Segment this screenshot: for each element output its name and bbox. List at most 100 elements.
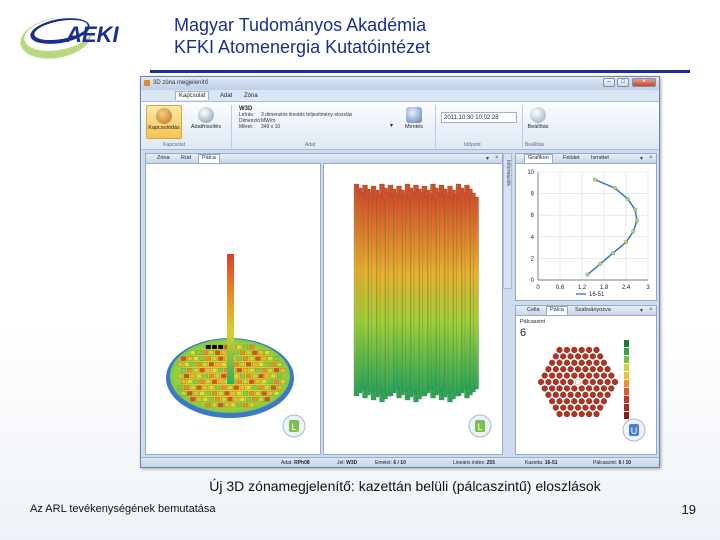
map-menu-icon[interactable]: ▾ xyxy=(640,307,643,314)
data-point[interactable] xyxy=(585,272,590,277)
pin-cell[interactable] xyxy=(552,391,559,398)
pin-cell[interactable] xyxy=(563,346,571,354)
pin-cell[interactable] xyxy=(560,378,567,386)
pin-cell[interactable] xyxy=(574,378,582,386)
pin-cell[interactable] xyxy=(560,353,567,360)
pin-cell[interactable] xyxy=(578,385,585,392)
pin-cell[interactable] xyxy=(593,385,600,392)
save-button[interactable]: Mentés xyxy=(399,105,429,139)
pin-cell[interactable] xyxy=(541,372,548,379)
pin-cell[interactable] xyxy=(574,404,582,411)
pin-cell[interactable] xyxy=(585,385,593,392)
data-point[interactable] xyxy=(623,240,628,245)
tab-kapcsolat[interactable]: Kapcsolat xyxy=(175,91,210,100)
pin-cell[interactable] xyxy=(585,398,593,405)
pin-cell[interactable] xyxy=(574,353,582,360)
pin-cell[interactable] xyxy=(552,378,559,386)
pin-cell[interactable] xyxy=(589,404,596,411)
pin-cell[interactable] xyxy=(589,378,596,386)
pane-close-icon[interactable]: × xyxy=(495,155,499,161)
pin-cell[interactable] xyxy=(582,404,589,411)
pin-cell[interactable] xyxy=(563,410,571,418)
pin-cell[interactable] xyxy=(560,391,567,398)
pin-cell[interactable] xyxy=(604,378,611,386)
map-orientation-badge[interactable]: U xyxy=(622,418,646,442)
pin-cell[interactable] xyxy=(597,378,604,386)
pin-cell[interactable] xyxy=(567,366,574,373)
pin-cell[interactable] xyxy=(578,359,585,366)
core-map-3d[interactable]: L xyxy=(146,164,320,454)
pin-cell[interactable] xyxy=(556,385,563,392)
pin-cell[interactable] xyxy=(597,366,604,373)
data-point[interactable] xyxy=(611,250,616,255)
pin-cell[interactable] xyxy=(571,385,578,392)
pin-cell[interactable] xyxy=(548,359,556,366)
data-point[interactable] xyxy=(633,207,638,212)
pin-cell[interactable] xyxy=(608,385,615,392)
data-point[interactable] xyxy=(592,177,597,182)
pin-cell[interactable] xyxy=(548,385,556,392)
map-close-icon[interactable]: × xyxy=(649,307,653,313)
data-point[interactable] xyxy=(631,229,636,234)
pin-cell[interactable] xyxy=(578,346,585,354)
pin-cell[interactable] xyxy=(571,359,578,366)
info-side-strip[interactable]: Információk xyxy=(503,153,512,289)
pin-cell[interactable] xyxy=(574,366,582,373)
pin-cell[interactable] xyxy=(556,346,563,354)
tab-szabvanyozva[interactable]: Szabványozva xyxy=(572,307,614,313)
pin-cell[interactable] xyxy=(563,398,571,405)
minimize-button[interactable]: – xyxy=(603,78,615,87)
pin-cell[interactable] xyxy=(589,391,596,398)
view-pane-right[interactable]: L xyxy=(323,163,503,455)
data-point[interactable] xyxy=(612,186,617,191)
data-point[interactable] xyxy=(598,261,603,266)
tab-ismetel[interactable]: Ismétel xyxy=(588,155,612,161)
pin-cell[interactable] xyxy=(589,366,596,373)
pin-cell[interactable] xyxy=(545,378,552,386)
tab-adat[interactable]: Adat xyxy=(217,92,235,100)
pin-cell[interactable] xyxy=(582,391,589,398)
pin-map-pane[interactable]: Pálcaszint 6 U xyxy=(515,315,657,455)
pin-cell[interactable] xyxy=(556,372,563,379)
pin-cell[interactable] xyxy=(556,398,563,405)
pin-cell[interactable] xyxy=(604,366,611,373)
close-button[interactable]: × xyxy=(632,78,656,87)
graph-menu-icon[interactable]: ▾ xyxy=(640,155,643,162)
pin-cell[interactable] xyxy=(571,346,578,354)
pin-cell[interactable] xyxy=(563,372,571,379)
pin-cell[interactable] xyxy=(560,404,567,411)
pin-cell[interactable] xyxy=(608,372,615,379)
pin-cell[interactable] xyxy=(567,353,574,360)
pin-cell[interactable] xyxy=(582,353,589,360)
tab-zona-view[interactable]: Zóna xyxy=(154,155,173,161)
pin-cell[interactable] xyxy=(556,410,563,418)
pane-menu-icon[interactable]: ▾ xyxy=(486,155,489,162)
connect-button[interactable]: Kapcsolódás xyxy=(146,105,182,139)
pin-cell[interactable] xyxy=(611,378,619,386)
pin-cell[interactable] xyxy=(585,346,593,354)
pin-cell[interactable] xyxy=(582,366,589,373)
pin-cell[interactable] xyxy=(585,372,593,379)
tab-rud-view[interactable]: Rúd xyxy=(178,155,194,161)
maximize-button[interactable]: □ xyxy=(617,78,629,87)
pin-cell[interactable] xyxy=(593,359,600,366)
view-orientation-badge-2[interactable]: L xyxy=(468,414,492,438)
pin-cell[interactable] xyxy=(552,366,559,373)
pin-cell[interactable] xyxy=(552,404,559,411)
data-point[interactable] xyxy=(625,197,630,202)
settings-button[interactable]: Beállítás xyxy=(523,105,553,139)
pin-map[interactable]: U xyxy=(516,316,656,454)
pin-cell[interactable] xyxy=(567,378,574,386)
pin-cell[interactable] xyxy=(593,372,600,379)
pin-cell[interactable] xyxy=(548,398,556,405)
dataset-dropdown-icon[interactable]: ▾ xyxy=(390,122,393,129)
pin-cell[interactable] xyxy=(571,372,578,379)
pin-cell[interactable] xyxy=(545,366,552,373)
pin-cell[interactable] xyxy=(600,398,608,405)
timestamp-field[interactable]: 2011.10.30 10:02:28 xyxy=(441,112,517,123)
pin-cell[interactable] xyxy=(597,353,604,360)
tab-cella[interactable]: Cella xyxy=(524,307,543,313)
pin-cell[interactable] xyxy=(563,359,571,366)
view-orientation-badge[interactable]: L xyxy=(282,414,306,438)
pin-cell[interactable] xyxy=(574,391,582,398)
